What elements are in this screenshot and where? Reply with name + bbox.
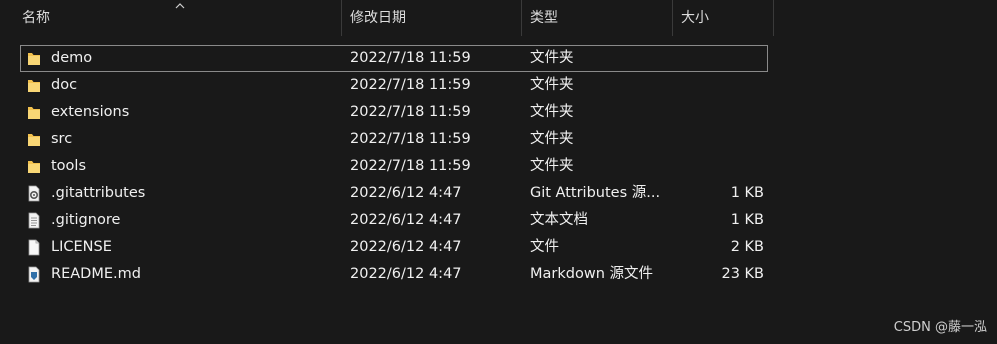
file-name: README.md	[51, 266, 141, 282]
modified-date: 2022/6/12 4:47	[350, 239, 462, 255]
file-size	[670, 72, 764, 99]
file-type: 文件夹	[530, 131, 574, 147]
file-size: 23 KB	[721, 266, 764, 282]
file-row[interactable]: README.md 2022/6/12 4:47 Markdown 源文件 23 KB	[20, 261, 768, 288]
file-name: .gitignore	[51, 212, 121, 228]
modified-date: 2022/6/12 4:47	[350, 185, 462, 201]
file-name: doc	[51, 77, 78, 93]
file-list: demo 2022/7/18 11:59 文件夹 doc 2022/7/18 11:59…	[20, 45, 768, 288]
folder-icon	[26, 77, 42, 94]
file-row[interactable]: .gitattributes 2022/6/12 4:47 Git Attribut…	[20, 180, 768, 207]
file-name: LICENSE	[51, 239, 112, 255]
file-type: 文件夹	[530, 77, 574, 93]
file-name: .gitattributes	[51, 185, 146, 201]
file-size	[670, 99, 764, 126]
column-header-date[interactable]: 修改日期	[342, 0, 522, 36]
file-name: tools	[51, 158, 87, 174]
folder-row[interactable]: demo 2022/7/18 11:59 文件夹	[20, 45, 768, 72]
file-type: 文件	[530, 239, 559, 255]
file-row[interactable]: .gitignore 2022/6/12 4:47 文本文档 1 KB	[20, 207, 768, 234]
column-header-date-label: 修改日期	[350, 10, 406, 26]
file-name: extensions	[51, 104, 130, 120]
file-type: Git Attributes 源...	[530, 185, 661, 201]
file-row[interactable]: LICENSE 2022/6/12 4:47 文件 2 KB	[20, 234, 768, 261]
blank-file-icon	[26, 239, 42, 256]
modified-date: 2022/6/12 4:47	[350, 212, 462, 228]
modified-date: 2022/7/18 11:59	[350, 131, 471, 147]
column-header-name-label: 名称	[22, 10, 50, 26]
sort-ascending-icon	[175, 3, 185, 9]
file-type: 文件夹	[530, 158, 574, 174]
file-size	[670, 45, 764, 72]
file-type: 文本文档	[530, 212, 588, 228]
file-size	[670, 153, 764, 180]
folder-row[interactable]: tools 2022/7/18 11:59 文件夹	[20, 153, 768, 180]
modified-date: 2022/7/18 11:59	[350, 158, 471, 174]
column-header-type-label: 类型	[530, 10, 558, 26]
modified-date: 2022/7/18 11:59	[350, 50, 471, 66]
file-type: 文件夹	[530, 50, 574, 66]
file-type: 文件夹	[530, 104, 574, 120]
file-type: Markdown 源文件	[530, 266, 653, 282]
markdown-file-icon	[26, 266, 42, 283]
modified-date: 2022/7/18 11:59	[350, 104, 471, 120]
column-header-bar: 名称 修改日期 类型 大小	[0, 0, 775, 36]
folder-icon	[26, 158, 42, 175]
folder-icon	[26, 104, 42, 121]
column-header-size-label: 大小	[681, 10, 709, 26]
file-size: 2 KB	[730, 239, 764, 255]
watermark: CSDN @藤一泓	[893, 320, 987, 335]
file-size: 1 KB	[730, 212, 764, 228]
column-header-name[interactable]: 名称	[0, 0, 342, 36]
column-header-size[interactable]: 大小	[673, 0, 774, 36]
folder-icon	[26, 131, 42, 148]
file-name: demo	[51, 50, 93, 66]
modified-date: 2022/7/18 11:59	[350, 77, 471, 93]
file-name: src	[51, 131, 73, 147]
folder-row[interactable]: extensions 2022/7/18 11:59 文件夹	[20, 99, 768, 126]
file-explorer: 名称 修改日期 类型 大小 demo 2022/7/18 11:59 文件夹 doc 2…	[0, 0, 997, 344]
file-size	[670, 126, 764, 153]
text-file-icon	[26, 212, 42, 229]
column-header-type[interactable]: 类型	[522, 0, 673, 36]
file-size: 1 KB	[730, 185, 764, 201]
folder-row[interactable]: doc 2022/7/18 11:59 文件夹	[20, 72, 768, 99]
modified-date: 2022/6/12 4:47	[350, 266, 462, 282]
settings-file-icon	[26, 185, 42, 202]
folder-row[interactable]: src 2022/7/18 11:59 文件夹	[20, 126, 768, 153]
folder-icon	[26, 50, 42, 67]
